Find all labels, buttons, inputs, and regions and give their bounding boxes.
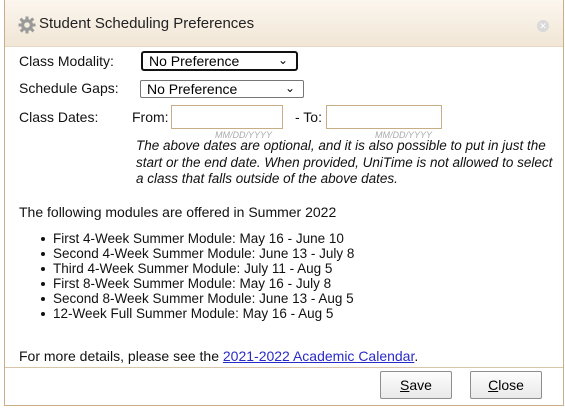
save-button[interactable]: Save: [380, 371, 452, 399]
close-button[interactable]: Close: [470, 371, 542, 399]
chevron-down-icon: ⌄: [284, 81, 295, 95]
divider: [5, 367, 563, 368]
dialog-title: Student Scheduling Preferences: [39, 15, 255, 32]
scheduling-preferences-dialog: Student Scheduling Preferences ✕ Class M…: [4, 0, 564, 406]
list-item: Second 4-Week Summer Module: June 13 - J…: [39, 246, 354, 261]
chevron-down-icon: ⌄: [277, 53, 288, 67]
list-item: First 8-Week Summer Module: May 16 - Jul…: [39, 276, 354, 291]
dates-note: The above dates are optional, and it is …: [136, 138, 553, 186]
class-modality-label: Class Modality:: [19, 53, 114, 69]
more-details-text: For more details, please see the 2021-20…: [19, 348, 419, 364]
from-label: From:: [132, 109, 169, 125]
gear-icon: [17, 15, 37, 35]
class-modality-value: No Preference: [149, 53, 240, 69]
schedule-gaps-select[interactable]: No Preference ⌄: [140, 80, 304, 98]
list-item: Second 8-Week Summer Module: June 13 - A…: [39, 291, 354, 306]
modules-list: First 4-Week Summer Module: May 16 - Jun…: [39, 231, 354, 321]
academic-calendar-link[interactable]: 2021-2022 Academic Calendar: [223, 348, 414, 364]
from-date-input[interactable]: [171, 105, 283, 129]
to-date-input[interactable]: [326, 105, 442, 129]
list-item: 12-Week Full Summer Module: May 16 - Aug…: [39, 306, 354, 321]
close-icon[interactable]: ✕: [537, 20, 549, 32]
to-label: - To:: [295, 109, 322, 125]
schedule-gaps-value: No Preference: [147, 81, 238, 97]
list-item: First 4-Week Summer Module: May 16 - Jun…: [39, 231, 354, 246]
list-item: Third 4-Week Summer Module: July 11 - Au…: [39, 261, 354, 276]
dialog-titlebar[interactable]: Student Scheduling Preferences ✕: [5, 0, 563, 47]
modules-intro: The following modules are offered in Sum…: [19, 204, 337, 220]
class-modality-select[interactable]: No Preference ⌄: [141, 51, 298, 71]
schedule-gaps-label: Schedule Gaps:: [19, 80, 119, 96]
class-dates-label: Class Dates:: [19, 109, 99, 125]
